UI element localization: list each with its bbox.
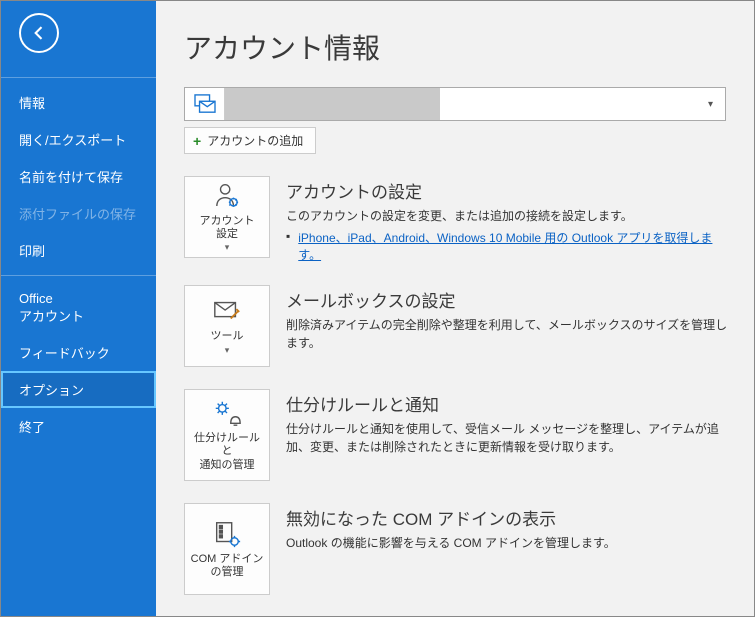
addin-gear-icon (211, 519, 243, 549)
section-account-settings: アカウント 設定 ▾ アカウントの設定 このアカウントの設定を変更、または追加の… (184, 176, 728, 263)
tile-tools[interactable]: ツール ▾ (184, 285, 270, 367)
section-desc: 仕分けルールと通知を使用して、受信メール メッセージを整理し、アイテムが追加、変… (286, 420, 728, 456)
tile-com-addins[interactable]: COM アドイン の管理 (184, 503, 270, 595)
main-content: アカウント情報 ▾ + アカウントの追加 アカウント 設定 ▾ (156, 1, 754, 616)
chevron-down-icon: ▾ (225, 242, 230, 253)
outlook-app-link[interactable]: iPhone、iPad、Android、Windows 10 Mobile 用の… (298, 229, 728, 263)
bullet-icon: ▪ (286, 229, 290, 263)
sidebar-item-info[interactable]: 情報 (1, 84, 156, 121)
section-desc: Outlook の機能に影響を与える COM アドインを管理します。 (286, 534, 728, 552)
section-desc: 削除済みアイテムの完全削除や整理を利用して、メールボックスのサイズを管理します。 (286, 316, 728, 352)
chevron-down-icon: ▾ (225, 345, 230, 356)
account-selector[interactable]: ▾ (184, 87, 726, 121)
back-button[interactable] (19, 13, 59, 53)
section-title: 無効になった COM アドインの表示 (286, 505, 728, 530)
tile-label: COM アドイン の管理 (191, 553, 264, 579)
section-com-addins: COM アドイン の管理 無効になった COM アドインの表示 Outlook … (184, 503, 728, 595)
sidebar-item-open-export[interactable]: 開く/エクスポート (1, 121, 156, 158)
account-name-field (225, 88, 440, 120)
section-title: メールボックスの設定 (286, 287, 728, 312)
sidebar-item-options[interactable]: オプション (1, 371, 156, 408)
tile-label: 仕分けルールと 通知の管理 (189, 432, 265, 472)
sidebar-item-exit[interactable]: 終了 (1, 408, 156, 445)
chevron-down-icon: ▾ (708, 99, 713, 110)
section-title: アカウントの設定 (286, 178, 728, 203)
section-rules-alerts: 仕分けルールと 通知の管理 仕分けルールと通知 仕分けルールと通知を使用して、受… (184, 389, 728, 481)
sidebar-item-office-account[interactable]: Office アカウント (1, 282, 156, 334)
section-title: 仕分けルールと通知 (286, 391, 728, 416)
add-account-button[interactable]: + アカウントの追加 (184, 127, 316, 154)
sidebar-item-print[interactable]: 印刷 (1, 232, 156, 269)
mailbox-tools-icon (211, 296, 243, 326)
page-title: アカウント情報 (184, 27, 728, 67)
account-mail-icon (185, 88, 225, 120)
tile-account-settings[interactable]: アカウント 設定 ▾ (184, 176, 270, 258)
gear-bell-icon (211, 398, 243, 428)
add-account-label: アカウントの追加 (207, 132, 303, 149)
backstage-sidebar: 情報 開く/エクスポート 名前を付けて保存 添付ファイルの保存 印刷 Offic… (1, 1, 156, 616)
nav-separator (1, 77, 156, 78)
account-dropdown-area[interactable]: ▾ (440, 88, 725, 120)
tile-label: アカウント 設定 (200, 215, 255, 241)
sidebar-item-feedback[interactable]: フィードバック (1, 334, 156, 371)
plus-icon: + (193, 133, 201, 149)
sidebar-item-save-as[interactable]: 名前を付けて保存 (1, 158, 156, 195)
person-gear-icon (211, 181, 243, 211)
nav-separator (1, 275, 156, 276)
tile-label: ツール (211, 330, 244, 343)
section-mailbox-settings: ツール ▾ メールボックスの設定 削除済みアイテムの完全削除や整理を利用して、メ… (184, 285, 728, 367)
sidebar-item-save-attachments: 添付ファイルの保存 (1, 195, 156, 232)
section-desc: このアカウントの設定を変更、または追加の接続を設定します。 (286, 207, 728, 225)
tile-rules-alerts[interactable]: 仕分けルールと 通知の管理 (184, 389, 270, 481)
back-arrow-icon (29, 23, 49, 43)
